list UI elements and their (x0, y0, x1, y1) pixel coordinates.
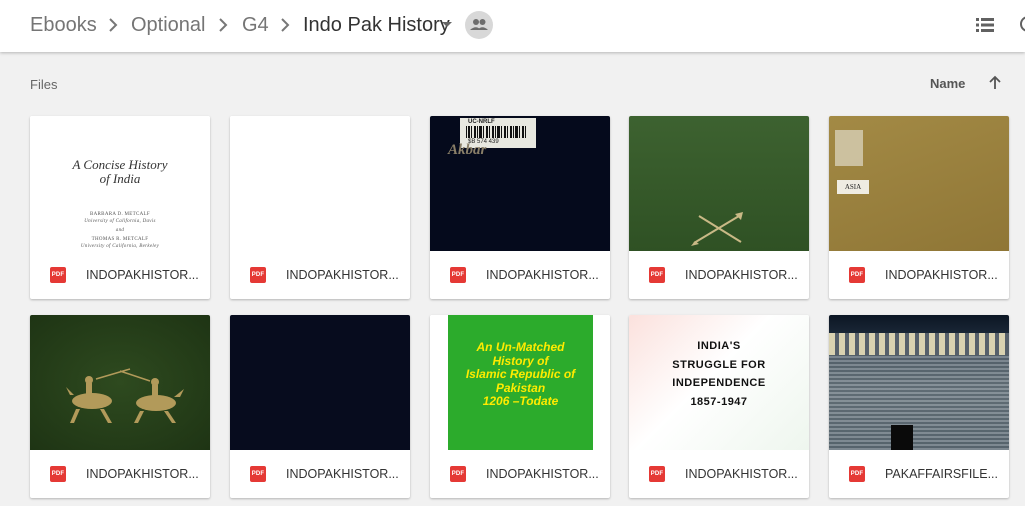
file-thumbnail (829, 315, 1009, 450)
caret-down-icon[interactable] (442, 22, 452, 27)
file-thumbnail: ASIA (829, 116, 1009, 251)
file-name: INDOPAKHISTOR... (685, 467, 798, 481)
crowd-photo (829, 355, 1009, 450)
file-card[interactable]: INDIA'S STRUGGLE FOR INDEPENDENCE 1857-1… (629, 315, 809, 498)
thumb-title-line: A Concise History (72, 157, 168, 172)
file-name: PAKAFFAIRSFILE... (885, 467, 998, 481)
pdf-icon: PDF (50, 267, 66, 283)
pdf-icon: PDF (649, 267, 665, 283)
file-card[interactable]: PDF INDOPAKHISTOR... (629, 116, 809, 299)
shared-button[interactable] (465, 11, 493, 39)
arcade-photo (829, 333, 1009, 355)
file-name: INDOPAKHISTOR... (286, 268, 399, 282)
file-thumbnail: INDIA'S STRUGGLE FOR INDEPENDENCE 1857-1… (629, 315, 809, 450)
thumb-author: BARBARA D. METCALF (90, 212, 150, 217)
barcode-icon (466, 126, 526, 138)
file-thumbnail (30, 315, 210, 450)
breadcrumb-ebooks[interactable]: Ebooks (30, 13, 97, 37)
files-section-label: Files (30, 77, 58, 92)
pdf-icon: PDF (849, 267, 865, 283)
pdf-icon: PDF (50, 466, 66, 482)
file-card[interactable]: PDF INDOPAKHISTOR... (230, 315, 410, 498)
struggle-cover: INDIA'S STRUGGLE FOR INDEPENDENCE 1857-1… (629, 315, 809, 450)
file-card[interactable]: PDF PAKAFFAIRSFILE... (829, 315, 1009, 498)
file-name: INDOPAKHISTOR... (685, 268, 798, 282)
chevron-right-icon (109, 18, 118, 32)
arrow-up-icon[interactable] (987, 74, 1003, 92)
more-icon[interactable] (1018, 14, 1025, 34)
thumb-title-line: of India (99, 171, 141, 186)
thumb-author: THOMAS R. METCALF (91, 237, 149, 242)
horsemen-illustration (66, 368, 184, 423)
green-cover: An Un-Matched History of Islamic Republi… (448, 315, 593, 450)
cover-line: INDIA'S (697, 340, 741, 352)
file-name: INDOPAKHISTOR... (885, 268, 998, 282)
list-view-icon[interactable] (975, 16, 995, 34)
chevron-right-icon (281, 18, 290, 32)
cover-line: History of (492, 353, 549, 368)
file-card[interactable]: A Concise History of India BARBARA D. ME… (30, 116, 210, 299)
file-card[interactable]: An Un-Matched History of Islamic Republi… (430, 315, 610, 498)
cover-line: Islamic Republic of (465, 367, 576, 381)
breadcrumb-current[interactable]: Indo Pak History (303, 13, 450, 37)
spine-text: Akbar (448, 142, 487, 158)
file-thumbnail: A Concise History of India BARBARA D. ME… (30, 116, 210, 251)
file-name: INDOPAKHISTOR... (286, 467, 399, 481)
file-card[interactable]: PDF INDOPAKHISTOR... (30, 315, 210, 498)
pdf-icon: PDF (250, 267, 266, 283)
file-thumbnail: UC-NRLF $B 574 439 Akbar (430, 116, 610, 251)
file-card[interactable]: ASIA PDF INDOPAKHISTOR... (829, 116, 1009, 299)
pdf-icon: PDF (450, 267, 466, 283)
pdf-icon: PDF (450, 466, 466, 482)
file-thumbnail (629, 116, 809, 251)
file-card[interactable]: UC-NRLF $B 574 439 Akbar PDF INDOPAKHIST… (430, 116, 610, 299)
pdf-icon: PDF (849, 466, 865, 482)
sort-by-name[interactable]: Name (930, 76, 965, 91)
file-name: INDOPAKHISTOR... (86, 268, 199, 282)
thumb-and: and (115, 228, 125, 233)
crossed-swords-icon (691, 212, 743, 246)
shelf-label: ASIA (837, 180, 869, 194)
cover-line: An Un-Matched (476, 340, 565, 354)
cover-line: Pakistan (495, 380, 546, 395)
file-thumbnail (230, 315, 410, 450)
barcode-top: UC-NRLF (468, 119, 495, 125)
file-name: INDOPAKHISTOR... (486, 467, 599, 481)
top-bar: Ebooks Optional G4 Indo Pak History (0, 0, 1025, 52)
file-name: INDOPAKHISTOR... (486, 268, 599, 282)
pdf-icon: PDF (250, 466, 266, 482)
file-name: INDOPAKHISTOR... (86, 467, 199, 481)
people-icon (470, 19, 488, 30)
cover-line: 1857-1947 (690, 396, 748, 408)
file-thumbnail (230, 116, 410, 251)
cover-line: STRUGGLE FOR (672, 359, 766, 371)
thumb-affiliation: University of California, Davis (84, 219, 156, 224)
file-thumbnail: An Un-Matched History of Islamic Republi… (430, 315, 610, 450)
label-sticker (835, 130, 863, 166)
thumb-affiliation: University of California, Berkeley (80, 244, 160, 249)
pdf-icon: PDF (649, 466, 665, 482)
kaaba-photo (891, 425, 913, 450)
breadcrumb-g4[interactable]: G4 (242, 13, 269, 37)
cover-line: INDEPENDENCE (672, 377, 766, 389)
cover-line: 1206 –Todate (482, 394, 559, 408)
breadcrumb-optional[interactable]: Optional (131, 13, 206, 37)
file-card[interactable]: PDF INDOPAKHISTOR... (230, 116, 410, 299)
chevron-right-icon (219, 18, 228, 32)
